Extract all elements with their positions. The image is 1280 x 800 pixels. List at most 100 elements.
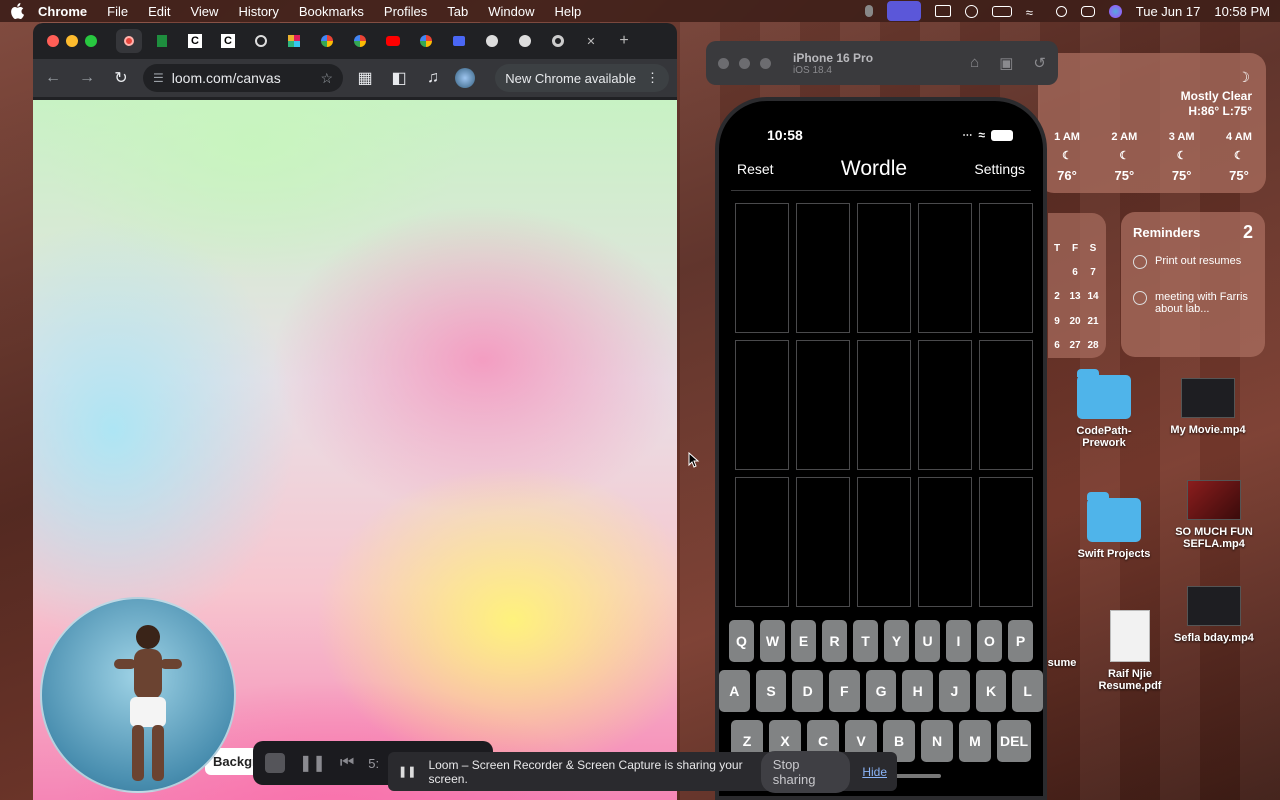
screen-share-icon[interactable] (886, 1, 921, 21)
reset-button[interactable]: Reset (737, 161, 774, 177)
back-icon[interactable]: ← (41, 66, 65, 90)
key-s[interactable]: S (755, 670, 787, 712)
key-q[interactable]: Q (729, 620, 754, 662)
letter-cell[interactable] (796, 340, 850, 470)
battery-icon[interactable] (991, 5, 1012, 17)
apple-icon[interactable] (10, 3, 24, 19)
menu-view[interactable]: View (190, 4, 218, 19)
menubar-date[interactable]: Tue Jun 17 (1136, 4, 1201, 19)
close-tab-icon[interactable]: ✕ (578, 29, 604, 53)
letter-cell[interactable] (796, 203, 850, 333)
key-t[interactable]: T (853, 620, 878, 662)
chrome-update-button[interactable]: New Chrome available ⋮ (495, 64, 669, 92)
tab-sheets[interactable] (149, 29, 175, 53)
tab-youtube[interactable] (380, 29, 406, 53)
tab-loom[interactable] (116, 29, 142, 53)
reminders-widget[interactable]: Reminders 2 Print out resumes meeting wi… (1121, 212, 1265, 357)
reminder-checkbox-icon[interactable] (1133, 291, 1147, 305)
extensions-icon[interactable]: ▦ (353, 66, 377, 90)
bookmark-star-icon[interactable]: ☆ (320, 70, 333, 87)
minimize-button[interactable] (739, 57, 750, 69)
tab-codepath-1[interactable]: C (182, 29, 208, 53)
camera-bubble[interactable] (40, 597, 236, 793)
iphone-simulator-screen[interactable]: 10:58 ⋯ ≈ Reset Wordle Settings Q W E R … (715, 97, 1047, 800)
key-m[interactable]: M (959, 720, 991, 762)
key-w[interactable]: W (760, 620, 785, 662)
letter-cell[interactable] (979, 203, 1033, 333)
weather-widget[interactable]: ☽ Mostly Clear H:86° L:75° 1 AM ☾ 76° 2 AM… (1038, 53, 1266, 193)
siri-icon[interactable] (1108, 4, 1122, 18)
rotate-icon[interactable]: ↺ (1033, 54, 1046, 72)
tab-openai[interactable] (248, 29, 274, 53)
forward-icon[interactable]: → (75, 66, 99, 90)
reminder-checkbox-icon[interactable] (1133, 255, 1147, 269)
letter-cell[interactable] (918, 203, 972, 333)
menu-help[interactable]: Help (555, 4, 582, 19)
tab-google-3[interactable] (413, 29, 439, 53)
letter-cell[interactable] (918, 477, 972, 607)
address-bar[interactable]: ☰ loom.com/canvas ☆ (143, 64, 343, 92)
media-control-icon[interactable]: ♫ (421, 66, 445, 90)
key-l[interactable]: L (1012, 670, 1043, 712)
key-a[interactable]: A (719, 670, 750, 712)
letter-cell[interactable] (979, 477, 1033, 607)
letter-cell[interactable] (857, 203, 911, 333)
calendar-widget[interactable]: T F S 6 7 2 13 14 9 20 21 6 27 28 (1048, 213, 1106, 358)
letter-cell[interactable] (857, 340, 911, 470)
key-d[interactable]: D (792, 670, 823, 712)
tab-github-2[interactable] (512, 29, 538, 53)
menu-profiles[interactable]: Profiles (384, 4, 427, 19)
desktop-file-resume[interactable]: Raif Njie Resume.pdf (1088, 610, 1172, 692)
hide-link[interactable]: Hide (862, 765, 887, 779)
menubar-time[interactable]: 10:58 PM (1214, 4, 1270, 19)
desktop-folder-swift[interactable]: Swift Projects (1064, 492, 1164, 560)
letter-cell[interactable] (979, 340, 1033, 470)
key-o[interactable]: O (977, 620, 1002, 662)
key-i[interactable]: I (946, 620, 971, 662)
tab-codepath-2[interactable]: C (215, 29, 241, 53)
menu-window[interactable]: Window (488, 4, 534, 19)
microphone-icon[interactable] (864, 5, 873, 17)
key-h[interactable]: H (902, 670, 934, 712)
reminder-item[interactable]: meeting with Farris about lab... (1133, 291, 1253, 315)
tab-slack[interactable] (281, 29, 307, 53)
letter-cell[interactable] (857, 477, 911, 607)
close-button[interactable] (718, 57, 729, 69)
home-icon[interactable]: ⌂ (970, 54, 979, 72)
desktop-file-my-movie[interactable]: My Movie.mp4 (1158, 378, 1258, 436)
wifi-icon[interactable]: ≈ (1026, 5, 1042, 20)
tab-extension[interactable] (446, 29, 472, 53)
stop-sharing-button[interactable]: Stop sharing (760, 750, 851, 793)
key-k[interactable]: K (975, 670, 1007, 712)
close-window-button[interactable] (47, 35, 59, 47)
desktop-file-partial[interactable]: sume (1047, 657, 1077, 669)
desktop-folder-codepath[interactable]: CodePath-Prework (1066, 369, 1142, 449)
minimize-window-button[interactable] (66, 35, 78, 47)
menu-tab[interactable]: Tab (447, 4, 468, 19)
control-center-icon[interactable] (1080, 5, 1095, 17)
search-icon[interactable] (1055, 5, 1067, 17)
desktop-file-so-much-fun[interactable]: SO MUCH FUN SEFLA.mp4 (1166, 480, 1262, 550)
letter-cell[interactable] (735, 340, 789, 470)
key-f[interactable]: F (829, 670, 860, 712)
stop-recording-icon[interactable] (265, 753, 285, 773)
key-e[interactable]: E (791, 620, 816, 662)
menu-bookmarks[interactable]: Bookmarks (299, 4, 364, 19)
profile-avatar[interactable] (455, 68, 475, 88)
letter-cell[interactable] (735, 477, 789, 607)
desktop-file-sefla-bday[interactable]: Sefla bday.mp4 (1162, 586, 1266, 644)
key-y[interactable]: Y (884, 620, 909, 662)
url-text[interactable]: loom.com/canvas (172, 70, 281, 86)
zoom-button[interactable] (760, 57, 771, 69)
key-j[interactable]: J (939, 670, 970, 712)
menu-history[interactable]: History (238, 4, 278, 19)
pause-icon[interactable]: ❚❚ (299, 753, 326, 773)
tab-google-1[interactable] (314, 29, 340, 53)
menu-file[interactable]: File (107, 4, 128, 19)
display-icon[interactable] (934, 5, 951, 17)
reload-icon[interactable]: ↻ (109, 66, 133, 90)
reading-list-icon[interactable]: ◧ (387, 66, 411, 90)
more-menu-icon[interactable]: ⋮ (646, 70, 659, 86)
site-info-icon[interactable]: ☰ (153, 71, 164, 85)
letter-cell[interactable] (796, 477, 850, 607)
